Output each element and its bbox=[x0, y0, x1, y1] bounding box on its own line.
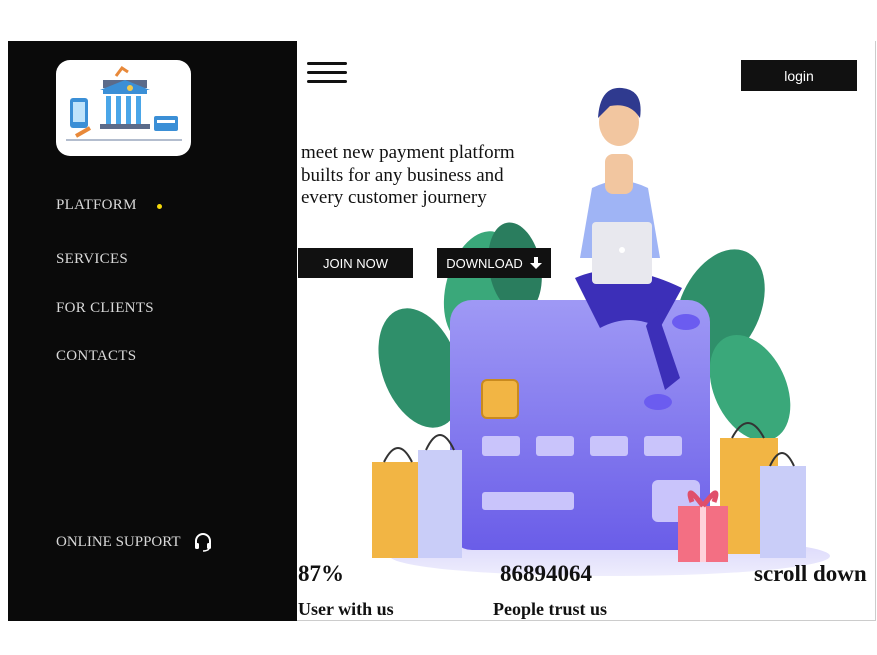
sidebar-item-for-clients[interactable]: FOR CLIENTS bbox=[56, 300, 154, 317]
stat-trust-label: People trust us bbox=[493, 599, 607, 619]
sidebar: PLATFORM SERVICES FOR CLIENTS CONTACTS O… bbox=[8, 41, 297, 621]
stat-trust-value: 86894064 bbox=[500, 561, 592, 586]
sidebar-item-platform[interactable]: PLATFORM bbox=[56, 197, 137, 214]
shopping-bags-left bbox=[372, 434, 462, 558]
hero-illustration bbox=[372, 87, 830, 576]
join-now-button[interactable]: JOIN NOW bbox=[298, 248, 413, 278]
online-support-label: ONLINE SUPPORT bbox=[56, 533, 181, 550]
card-chip bbox=[481, 379, 519, 419]
sidebar-item-services[interactable]: SERVICES bbox=[56, 251, 128, 268]
arrow-down-icon bbox=[529, 256, 542, 269]
online-support-link[interactable]: ONLINE SUPPORT bbox=[56, 532, 213, 552]
logo[interactable] bbox=[56, 60, 191, 156]
download-label: DOWNLOAD bbox=[446, 255, 523, 271]
stat-users-label: User with us bbox=[298, 599, 394, 619]
hamburger-menu-icon[interactable] bbox=[307, 62, 347, 84]
bank-payment-logo-icon bbox=[66, 65, 182, 141]
download-button[interactable]: DOWNLOAD bbox=[437, 248, 551, 278]
sidebar-item-contacts[interactable]: CONTACTS bbox=[56, 348, 136, 365]
headset-icon bbox=[194, 533, 211, 552]
active-indicator-dot bbox=[157, 204, 162, 209]
scroll-down-link[interactable]: scroll down bbox=[754, 561, 867, 587]
stat-users-value: 87% bbox=[298, 561, 344, 586]
